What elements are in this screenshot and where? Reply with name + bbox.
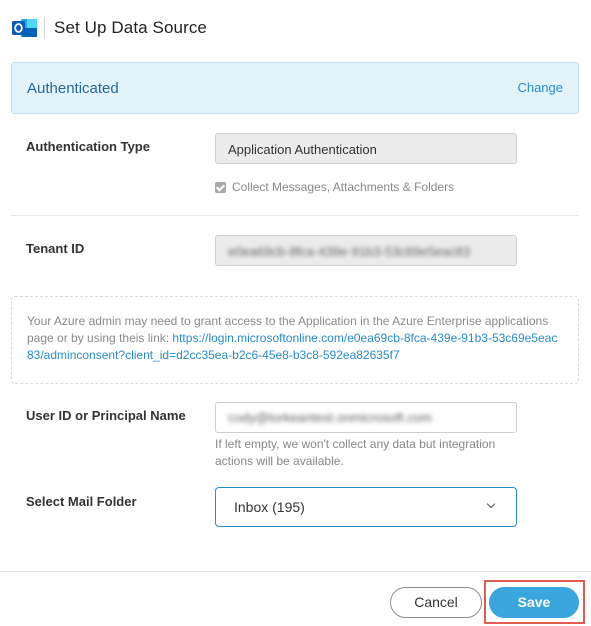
- header-divider: [44, 17, 45, 39]
- tenant-id-field: e0ea69cb-8fca-439e-91b3-53c69e5eac83: [215, 235, 517, 266]
- change-auth-link[interactable]: Change: [517, 80, 563, 95]
- outlook-icon: [12, 19, 37, 37]
- mail-folder-selected: Inbox (195): [234, 499, 305, 515]
- mail-folder-select[interactable]: Inbox (195): [215, 487, 517, 527]
- user-id-hint: If left empty, we won't collect any data…: [215, 437, 496, 468]
- user-id-input[interactable]: cody@torkeantest.onmicrosoft.com: [215, 402, 517, 433]
- auth-type-label: Authentication Type: [26, 139, 150, 154]
- tenant-id-value: e0ea69cb-8fca-439e-91b3-53c69e5eac83: [228, 244, 471, 259]
- dialog-title: Set Up Data Source: [54, 18, 207, 37]
- mail-folder-label: Select Mail Folder: [26, 494, 137, 509]
- auth-status-text: Authenticated: [27, 80, 119, 97]
- admin-consent-info: Your Azure admin may need to grant acces…: [11, 296, 579, 384]
- save-button[interactable]: Save: [489, 587, 579, 618]
- tenant-id-label: Tenant ID: [26, 241, 85, 256]
- user-id-label: User ID or Principal Name: [26, 408, 186, 423]
- footer-divider: [0, 571, 591, 572]
- collect-messages-label: Collect Messages, Attachments & Folders: [232, 180, 455, 194]
- authenticated-banner: Authenticated Change: [11, 62, 579, 114]
- user-id-value: cody@torkeantest.onmicrosoft.com: [228, 410, 432, 425]
- collect-messages-option: Collect Messages, Attachments & Folders: [215, 180, 454, 194]
- auth-type-field: Application Authentication: [215, 133, 517, 164]
- section-divider: [11, 215, 579, 216]
- cancel-button[interactable]: Cancel: [390, 587, 482, 618]
- chevron-down-icon: [486, 499, 496, 509]
- collect-messages-checkbox: [215, 181, 226, 193]
- dialog-header: Set Up Data Source: [0, 0, 591, 56]
